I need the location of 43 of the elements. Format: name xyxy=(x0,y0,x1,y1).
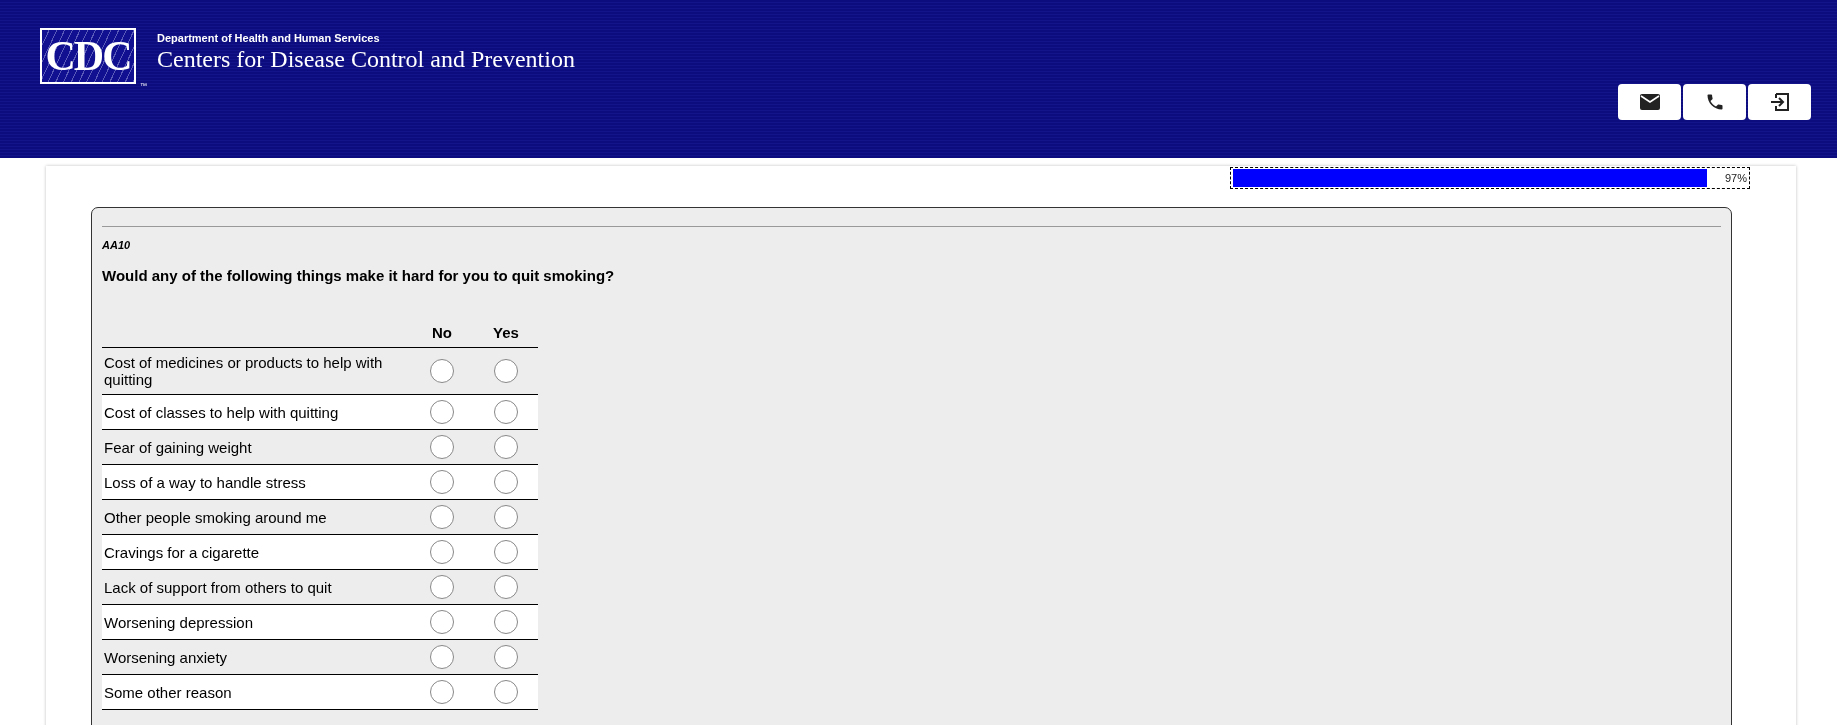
column-header: Yes xyxy=(474,318,538,348)
radio-button[interactable] xyxy=(494,505,518,529)
radio-button[interactable] xyxy=(430,505,454,529)
row-label: Other people smoking around me xyxy=(102,499,410,535)
radio-button[interactable] xyxy=(430,680,454,704)
radio-button[interactable] xyxy=(494,435,518,459)
exit-icon xyxy=(1769,92,1790,112)
row-label: Fear of gaining weight xyxy=(102,429,410,465)
row-label: Some other reason xyxy=(102,674,410,710)
radio-button[interactable] xyxy=(430,645,454,669)
radio-button[interactable] xyxy=(494,540,518,564)
agency-name: Centers for Disease Control and Prevention xyxy=(157,46,575,73)
row-label: Worsening depression xyxy=(102,604,410,640)
radio-button[interactable] xyxy=(494,680,518,704)
radio-button[interactable] xyxy=(494,575,518,599)
radio-button[interactable] xyxy=(430,359,454,383)
question-text: Would any of the following things make it hard for you to quit smoking? xyxy=(102,267,616,284)
radio-button[interactable] xyxy=(494,610,518,634)
radio-button[interactable] xyxy=(430,610,454,634)
row-label: Cost of medicines or products to help with quitting xyxy=(102,347,410,395)
cdc-logo: CDC xyxy=(40,28,136,84)
row-label: Loss of a way to handle stress xyxy=(102,464,410,500)
row-label: Cost of classes to help with quitting xyxy=(102,394,410,430)
radio-button[interactable] xyxy=(494,470,518,494)
row-label: Worsening anxiety xyxy=(102,639,410,675)
question-code: AA10 xyxy=(102,239,131,251)
radio-button[interactable] xyxy=(430,400,454,424)
department-name: Department of Health and Human Services xyxy=(157,32,381,44)
phone-button[interactable] xyxy=(1683,84,1746,120)
radio-button[interactable] xyxy=(494,645,518,669)
radio-button[interactable] xyxy=(494,400,518,424)
row-label: Lack of support from others to quit xyxy=(102,569,410,605)
radio-button[interactable] xyxy=(494,359,518,383)
envelope-icon xyxy=(1639,94,1660,110)
column-header: No xyxy=(410,318,474,348)
radio-button[interactable] xyxy=(430,540,454,564)
email-button[interactable] xyxy=(1618,84,1681,120)
exit-button[interactable] xyxy=(1748,84,1811,120)
radio-button[interactable] xyxy=(430,435,454,459)
radio-button[interactable] xyxy=(430,575,454,599)
radio-button[interactable] xyxy=(430,470,454,494)
row-label: Cravings for a cigarette xyxy=(102,534,410,570)
progress-label: 97% xyxy=(1724,172,1747,184)
